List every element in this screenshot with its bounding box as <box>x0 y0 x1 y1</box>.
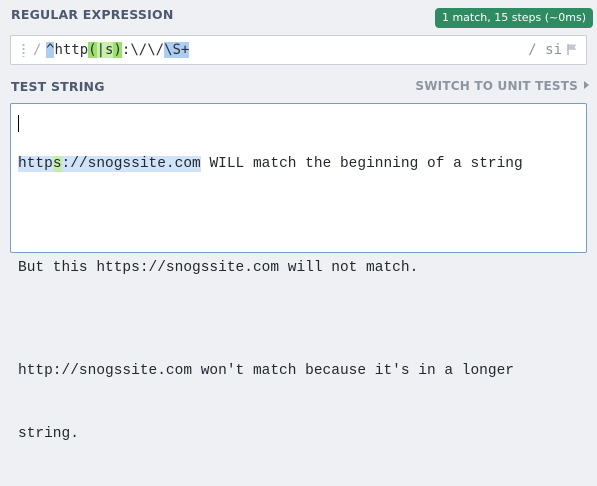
test-string-title: TEST STRING <box>11 79 105 94</box>
regex-token-escape: \/\/ <box>130 42 165 58</box>
arrow-right-icon <box>584 81 589 89</box>
regex-flags[interactable]: / si <box>528 42 578 58</box>
switch-to-unit-tests-link[interactable]: SWITCH TO UNIT TESTS <box>415 79 589 93</box>
flag-icon[interactable] <box>566 43 578 55</box>
group-highlight: s <box>52 156 62 173</box>
match-highlight-rest: ://snogssite.com <box>61 156 201 173</box>
flags-text: / si <box>528 42 562 58</box>
regex-token-alt: | <box>96 42 106 58</box>
regex-token-group: ) <box>113 42 122 58</box>
drag-handle-icon[interactable] <box>22 43 25 57</box>
regex-section-title: REGULAR EXPRESSION <box>11 7 174 22</box>
test-line-1-rest: WILL match the beginning of a string <box>200 156 523 173</box>
match-info-badge: 1 match, 15 steps (~0ms) <box>434 8 593 28</box>
regex-pattern[interactable]: ^http(|s):\/\/\S+ <box>46 42 190 58</box>
switch-label: SWITCH TO UNIT TESTS <box>415 79 578 93</box>
delimiter-open: / <box>33 42 42 58</box>
regex-token-group: ( <box>88 42 97 58</box>
match-highlight: http <box>18 156 53 173</box>
regex-token-class: \S+ <box>164 42 190 58</box>
regex-token-plain: http <box>54 42 89 58</box>
test-line-5: http://snogssite.com won't match because… <box>18 363 514 380</box>
regex-input[interactable]: / ^http(|s):\/\/\S+ / si <box>10 35 587 65</box>
test-line-1: https://snogssite.com WILL match the beg… <box>18 154 523 175</box>
test-line-3: But this https://snogssite.com will not … <box>18 259 419 276</box>
test-string-editor[interactable]: https://snogssite.com WILL match the beg… <box>10 103 587 442</box>
text-caret <box>18 115 19 132</box>
test-line-6: string. <box>18 425 79 442</box>
